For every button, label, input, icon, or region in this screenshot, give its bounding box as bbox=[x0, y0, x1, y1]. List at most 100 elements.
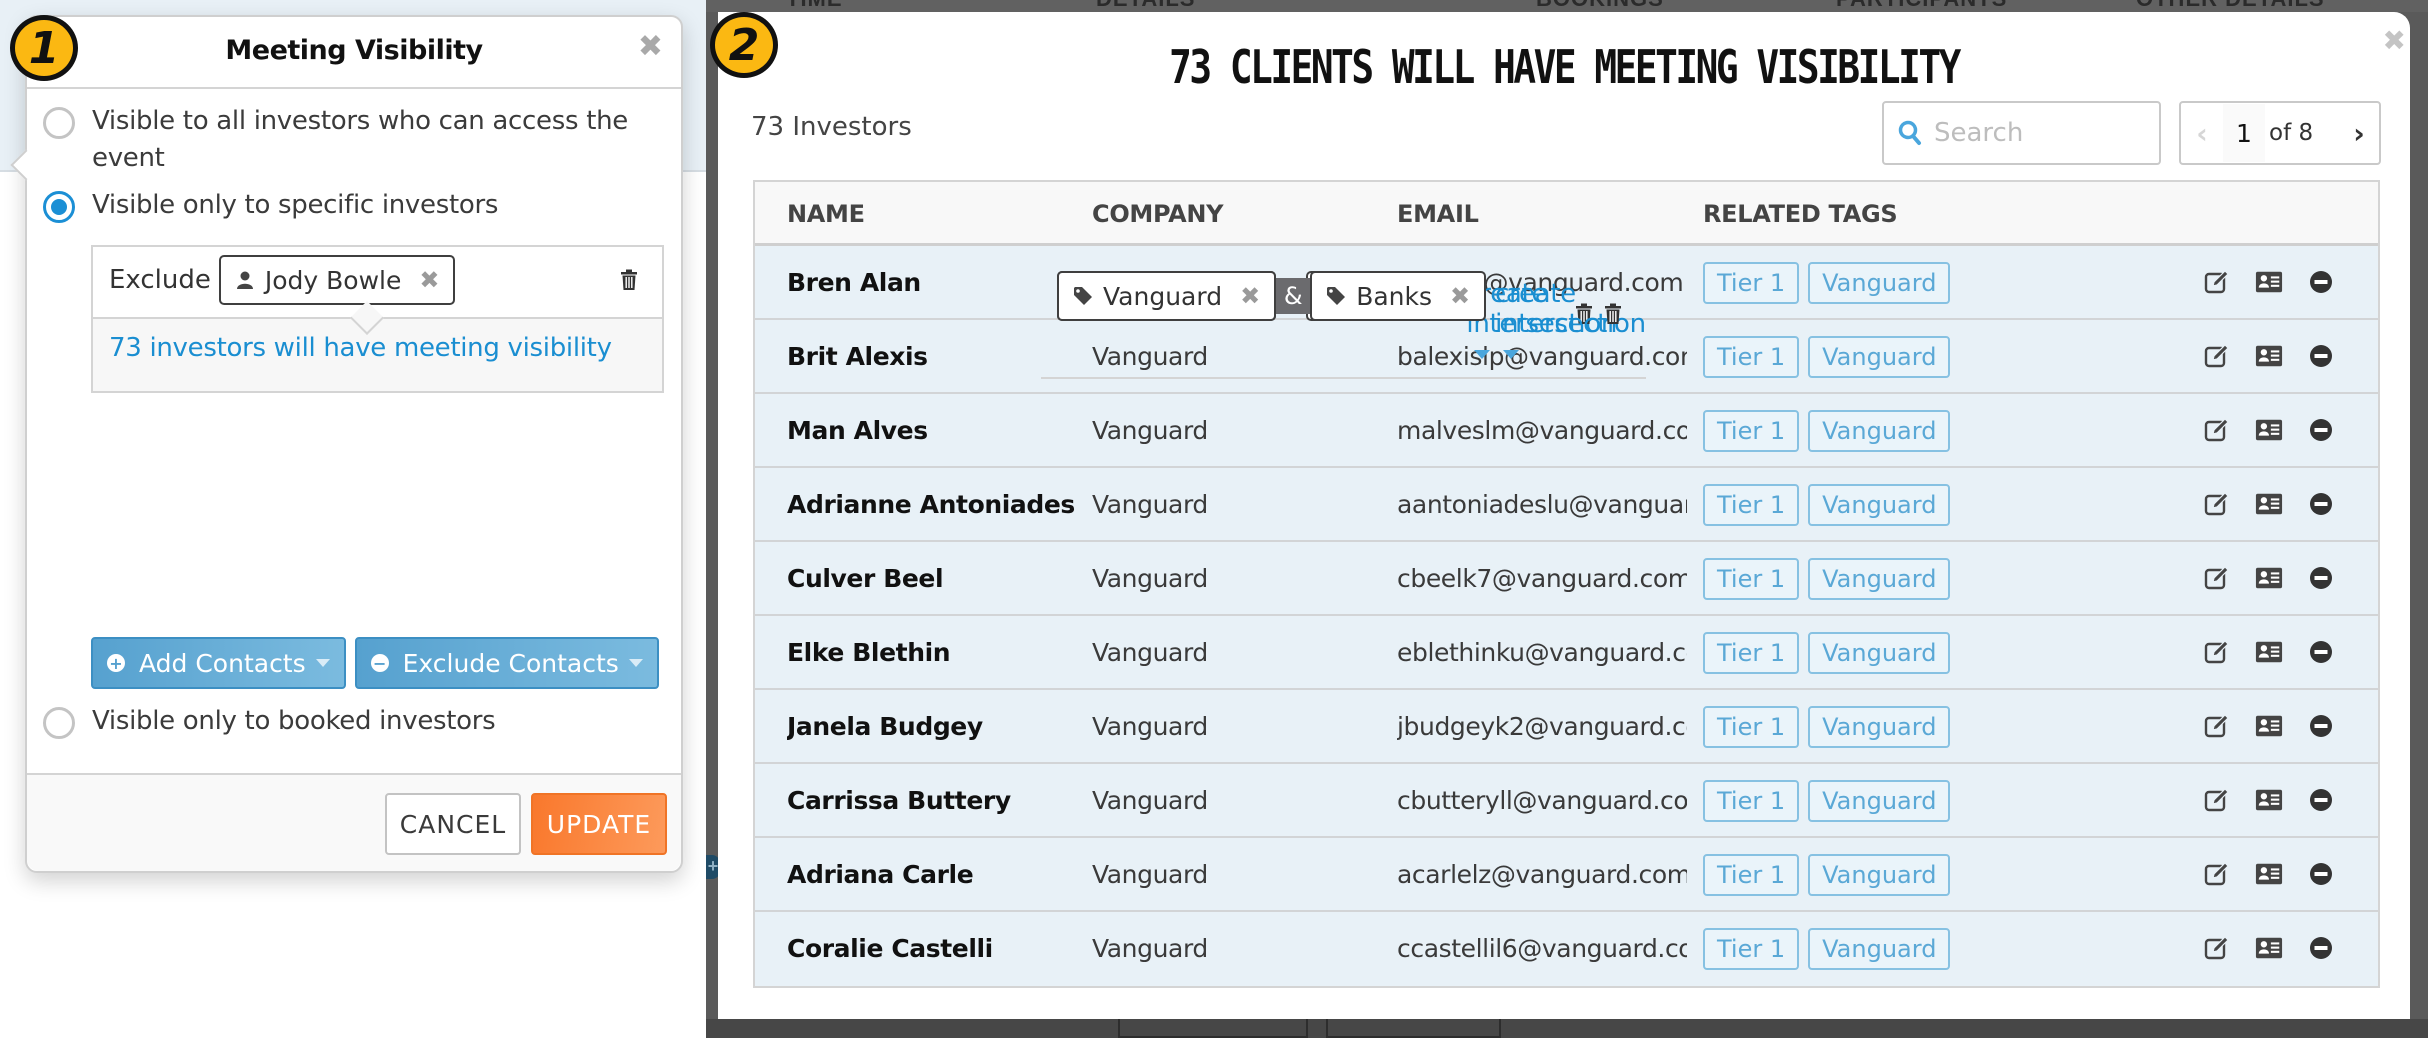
prev-page-icon[interactable]: ‹ bbox=[2181, 117, 2223, 150]
investors-visibility-link[interactable]: 73 investors will have meeting visibilit… bbox=[109, 333, 612, 363]
investor-name[interactable]: Man Alves bbox=[787, 416, 1077, 445]
investor-name[interactable]: Adriana Carle bbox=[787, 860, 1077, 889]
option-visible-booked[interactable]: Visible only to booked investors bbox=[43, 703, 652, 740]
related-tag[interactable]: Tier 1 bbox=[1703, 632, 1800, 674]
remove-icon[interactable] bbox=[2307, 490, 2335, 518]
remove-icon[interactable] bbox=[2307, 416, 2335, 444]
related-tag[interactable]: Vanguard bbox=[1808, 780, 1951, 822]
row-actions bbox=[2203, 490, 2335, 518]
close-icon[interactable]: ✖ bbox=[2383, 24, 2406, 57]
related-tag[interactable]: Tier 1 bbox=[1703, 928, 1800, 970]
investor-email: cbeelk7@vanguard.com bbox=[1397, 564, 1687, 593]
pagination: ‹ 1 of 8 › bbox=[2179, 101, 2381, 165]
radio-visible-booked[interactable] bbox=[43, 707, 75, 739]
remove-icon[interactable] bbox=[2307, 564, 2335, 592]
related-tag[interactable]: Vanguard bbox=[1808, 928, 1951, 970]
remove-icon[interactable] bbox=[2307, 712, 2335, 740]
related-tag[interactable]: Vanguard bbox=[1808, 410, 1951, 452]
related-tag[interactable]: Tier 1 bbox=[1703, 410, 1800, 452]
edit-icon[interactable] bbox=[2203, 342, 2231, 370]
related-tag[interactable]: Vanguard bbox=[1808, 706, 1951, 748]
related-tag[interactable]: Tier 1 bbox=[1703, 336, 1800, 378]
option-visible-specific[interactable]: Visible only to specific investors bbox=[43, 187, 652, 224]
edit-icon[interactable] bbox=[2203, 564, 2231, 592]
contact-card-icon[interactable] bbox=[2255, 490, 2283, 518]
contact-card-icon[interactable] bbox=[2255, 934, 2283, 962]
related-tag[interactable]: Vanguard bbox=[1808, 558, 1951, 600]
contact-card-icon[interactable] bbox=[2255, 564, 2283, 592]
update-button[interactable]: UPDATE bbox=[531, 793, 667, 855]
remove-tag-icon[interactable]: ✖ bbox=[1450, 282, 1470, 310]
current-page[interactable]: 1 bbox=[2223, 104, 2265, 162]
investor-name[interactable]: Culver Beel bbox=[787, 564, 1077, 593]
investor-name[interactable]: Elke Blethin bbox=[787, 638, 1077, 667]
related-tag[interactable]: Tier 1 bbox=[1703, 262, 1800, 304]
related-tag[interactable]: Tier 1 bbox=[1703, 484, 1800, 526]
edit-icon[interactable] bbox=[2203, 934, 2231, 962]
edit-icon[interactable] bbox=[2203, 268, 2231, 296]
cancel-button[interactable]: CANCEL bbox=[385, 793, 521, 855]
remove-tag-icon[interactable]: ✖ bbox=[1240, 282, 1260, 310]
edit-icon[interactable] bbox=[2203, 860, 2231, 888]
remove-icon[interactable] bbox=[2307, 934, 2335, 962]
col-header-name[interactable]: NAME bbox=[787, 200, 865, 228]
contact-card-icon[interactable] bbox=[2255, 860, 2283, 888]
contact-card-icon[interactable] bbox=[2255, 268, 2283, 296]
investor-name[interactable]: Bren Alan bbox=[787, 268, 1077, 297]
investor-name[interactable]: Brit Alexis bbox=[787, 342, 1077, 371]
radio-visible-specific[interactable] bbox=[43, 191, 75, 223]
option-visible-all[interactable]: Visible to all investors who can access … bbox=[43, 103, 652, 177]
col-header-email[interactable]: EMAIL bbox=[1397, 200, 1479, 228]
tag-icon bbox=[1074, 287, 1092, 305]
edit-icon[interactable] bbox=[2203, 712, 2231, 740]
related-tag[interactable]: Vanguard bbox=[1808, 632, 1951, 674]
related-tags: Tier 1 Vanguard bbox=[1703, 410, 1951, 452]
edit-icon[interactable] bbox=[2203, 786, 2231, 814]
add-contacts-button[interactable]: + Add Contacts bbox=[91, 637, 346, 689]
remove-icon[interactable] bbox=[2307, 786, 2335, 814]
search-field[interactable] bbox=[1882, 101, 2161, 165]
next-page-icon[interactable]: › bbox=[2339, 117, 2379, 150]
edit-icon[interactable] bbox=[2203, 638, 2231, 666]
investor-email: ccastellil6@vanguard.com bbox=[1397, 934, 1687, 963]
create-intersection-dropdown[interactable]: create intersection bbox=[1495, 279, 1646, 377]
exclude-contacts-button[interactable]: − Exclude Contacts bbox=[354, 637, 659, 689]
remove-icon[interactable] bbox=[2307, 638, 2335, 666]
remove-icon[interactable] bbox=[2307, 268, 2335, 296]
search-input[interactable] bbox=[1934, 118, 2134, 148]
related-tag[interactable]: Vanguard bbox=[1808, 854, 1951, 896]
investor-name[interactable]: Carrissa Buttery bbox=[787, 786, 1077, 815]
tag-chip: Vanguard ✖ bbox=[1057, 271, 1277, 321]
close-icon[interactable]: ✖ bbox=[638, 29, 663, 64]
related-tag[interactable]: Vanguard bbox=[1808, 484, 1951, 526]
investor-name[interactable]: Coralie Castelli bbox=[787, 934, 1077, 963]
related-tag[interactable]: Vanguard bbox=[1808, 336, 1951, 378]
related-tag[interactable]: Tier 1 bbox=[1703, 780, 1800, 822]
caret-down-icon bbox=[1503, 350, 1520, 359]
investor-count: 73 Investors bbox=[751, 112, 912, 142]
remove-icon[interactable] bbox=[2307, 860, 2335, 888]
radio-visible-all[interactable] bbox=[43, 107, 75, 139]
remove-icon[interactable] bbox=[2307, 342, 2335, 370]
contact-card-icon[interactable] bbox=[2255, 342, 2283, 370]
trash-icon[interactable] bbox=[1604, 303, 1622, 325]
contact-card-icon[interactable] bbox=[2255, 712, 2283, 740]
investor-name[interactable]: Adrianne Antoniades bbox=[787, 490, 1077, 519]
popover-title: Meeting Visibility bbox=[225, 35, 483, 66]
edit-icon[interactable] bbox=[2203, 490, 2231, 518]
tag-icon bbox=[1327, 287, 1346, 305]
related-tag[interactable]: Tier 1 bbox=[1703, 854, 1800, 896]
related-tag[interactable]: Tier 1 bbox=[1703, 558, 1800, 600]
related-tag[interactable]: Vanguard bbox=[1808, 262, 1951, 304]
plus-circle-icon: + bbox=[107, 654, 125, 673]
contact-card-icon[interactable] bbox=[2255, 638, 2283, 666]
contact-card-icon[interactable] bbox=[2255, 416, 2283, 444]
rule-intersection-2: Vanguard ✖ & Banks ✖ create intersection bbox=[1041, 263, 1646, 379]
trash-icon[interactable] bbox=[620, 269, 638, 291]
edit-icon[interactable] bbox=[2203, 416, 2231, 444]
investor-name[interactable]: Janela Budgey bbox=[787, 712, 1077, 741]
related-tag[interactable]: Tier 1 bbox=[1703, 706, 1800, 748]
col-header-company[interactable]: COMPANY bbox=[1092, 200, 1224, 228]
remove-person-icon[interactable]: ✖ bbox=[419, 266, 439, 294]
contact-card-icon[interactable] bbox=[2255, 786, 2283, 814]
